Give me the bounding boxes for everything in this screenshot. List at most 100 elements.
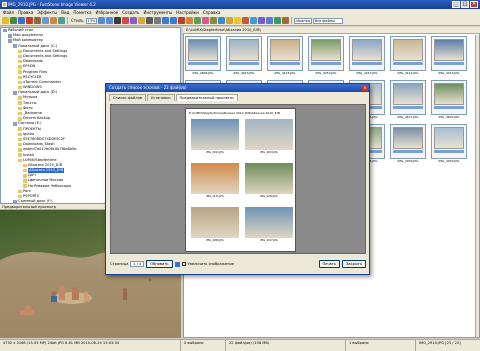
dialog-close-button[interactable]: ×: [362, 85, 368, 91]
menu-item[interactable]: Избранное: [96, 9, 119, 16]
thumbnail-caption: IMG_4250.JPG: [315, 71, 337, 75]
refresh-button[interactable]: Обновить: [146, 260, 173, 268]
folder-icon: [18, 148, 22, 152]
convert-icon[interactable]: [258, 17, 266, 24]
thumbnail-item[interactable]: IMG_2896.JPG: [185, 36, 221, 75]
star-icon[interactable]: [234, 17, 242, 24]
thumbnail-item[interactable]: IMG_4671.JPG: [390, 80, 426, 119]
thumbnail-item[interactable]: IMG_4125.JPG: [267, 36, 303, 75]
app-icon: [2, 2, 7, 7]
thumbnail-frame: [390, 80, 426, 115]
email-icon[interactable]: [138, 17, 146, 24]
sharpen-icon[interactable]: [194, 17, 202, 24]
zoom-icon[interactable]: [174, 261, 180, 267]
thumbnail-caption: IMG_4939.JPG: [438, 159, 460, 163]
zoom-checkbox[interactable]: [181, 262, 186, 266]
menu-item[interactable]: Эффекты: [37, 9, 57, 16]
pages-label: Страница: [110, 262, 129, 266]
page-selector[interactable]: 1 / 4: [130, 261, 145, 267]
thumbnail-item[interactable]: IMG_4023.JPG: [226, 36, 262, 75]
thumbnail-item[interactable]: IMG_4939.JPG: [431, 124, 467, 163]
thumbnail-info-bar: [393, 106, 423, 109]
thumbnail-item[interactable]: IMG_4142.JPG: [390, 36, 426, 75]
help-icon[interactable]: [170, 17, 178, 24]
folder-icon[interactable]: [2, 17, 9, 24]
zoom-in-icon[interactable]: [98, 17, 106, 24]
thumbnail-item[interactable]: IMG_4250.JPG: [308, 36, 344, 75]
status-image-info: 4752 x 3168 (15.05 MP) 24bit JPG 8.81 MB…: [0, 340, 181, 351]
page-photo: [191, 163, 239, 194]
menu-item[interactable]: Файл: [3, 9, 14, 16]
zoom-select[interactable]: 13%: [85, 17, 98, 24]
refresh-icon[interactable]: [42, 17, 49, 24]
thumbnail-info-bar: [311, 62, 341, 65]
folder-icon: [23, 179, 27, 183]
color-icon[interactable]: [202, 17, 210, 24]
menu-item[interactable]: Пометка: [73, 9, 91, 16]
exit-icon[interactable]: [178, 17, 186, 24]
address-bar[interactable]: E:\LUMIX\Stepfertime\АБхазия 2010_Б!В\: [183, 27, 480, 34]
copy-icon[interactable]: [218, 17, 226, 24]
move-icon[interactable]: [226, 17, 234, 24]
print-icon[interactable]: [146, 17, 154, 24]
batch-icon[interactable]: [266, 17, 274, 24]
dialog-tabs: Список файлов Установки Предварительный пр…: [106, 92, 369, 101]
thumbnail-scrollbar[interactable]: [475, 35, 479, 337]
close-button[interactable]: ×: [470, 1, 478, 8]
fullscreen-icon[interactable]: [114, 17, 122, 24]
maximize-button[interactable]: □: [461, 1, 469, 8]
edit-icon[interactable]: [186, 17, 194, 24]
folder-icon: [18, 75, 22, 80]
folder-icon: [18, 54, 22, 59]
delete-icon[interactable]: [26, 17, 33, 24]
web-icon[interactable]: [250, 17, 258, 24]
zoom-out-icon[interactable]: [106, 17, 114, 24]
dialog-tab[interactable]: Предварительный просмотр: [175, 94, 238, 101]
dialog-title: Создать список эскизов - 22 фай(ов): [109, 85, 187, 90]
thumbnail-item[interactable]: IMG_4017.JPG: [349, 36, 385, 75]
info-icon[interactable]: [162, 17, 170, 24]
thumbnail-image: [393, 39, 423, 61]
status-selected: 0 выбрано: [181, 340, 226, 351]
filter-select[interactable]: Все файлы: [312, 17, 343, 24]
contact-sheet-dialog: Создать список эскизов - 22 фай(ов) × Сп…: [105, 83, 370, 275]
menu-item[interactable]: Справка: [203, 9, 221, 16]
rotate-icon[interactable]: [34, 17, 41, 24]
menu-item[interactable]: Создать: [122, 9, 139, 16]
dialog-tab[interactable]: Установки: [146, 94, 175, 101]
resize-icon[interactable]: [58, 17, 65, 24]
folder-icon: [18, 111, 22, 116]
tag-icon[interactable]: [242, 17, 250, 24]
capture-icon[interactable]: [274, 17, 282, 24]
thumbnail-item[interactable]: IMG_4213.JPG: [431, 36, 467, 75]
rename-icon[interactable]: [210, 17, 218, 24]
compare-icon[interactable]: [130, 17, 138, 24]
dialog-close-btn[interactable]: Закрыть: [341, 260, 366, 268]
forward-icon[interactable]: [18, 17, 25, 24]
slideshow-icon[interactable]: [122, 17, 130, 24]
menu-item[interactable]: Правка: [18, 9, 33, 16]
thumbnail-frame: [390, 124, 426, 159]
menu-item[interactable]: Инструменты: [144, 9, 173, 16]
settings-icon[interactable]: [154, 17, 162, 24]
thumbnail-item[interactable]: IMG_4936.JPG: [390, 124, 426, 163]
back-icon[interactable]: [10, 17, 17, 24]
sort-select[interactable]: Иконка: [294, 17, 312, 24]
menu-item[interactable]: Вид: [61, 9, 69, 16]
dialog-tab[interactable]: Список файлов: [109, 94, 146, 101]
thumbnail-item[interactable]: IMG_4602.JPG: [431, 80, 467, 119]
thumbnail-caption: IMG_4936.JPG: [397, 159, 419, 163]
toolbar-separator: [291, 17, 293, 24]
print-button[interactable]: Печать: [318, 260, 340, 268]
page-photo: [245, 119, 293, 150]
thumbnail-info-bar: [393, 62, 423, 65]
contact-sheet-page: E:\LUMIX\Stepfertime\АБхазия 2010_Б!В\АБ…: [185, 108, 296, 252]
page-photo-caption: IMG_4125.JPG: [206, 195, 224, 198]
thumbnail-caption: IMG_4213.JPG: [438, 71, 460, 75]
menu-item[interactable]: Настройки: [176, 9, 199, 16]
wallpaper-icon[interactable]: [282, 17, 290, 24]
minimize-button[interactable]: _: [452, 1, 460, 8]
crop-icon[interactable]: [50, 17, 57, 24]
folder-icon: [23, 163, 27, 168]
thumbnail-info-bar: [270, 62, 300, 65]
